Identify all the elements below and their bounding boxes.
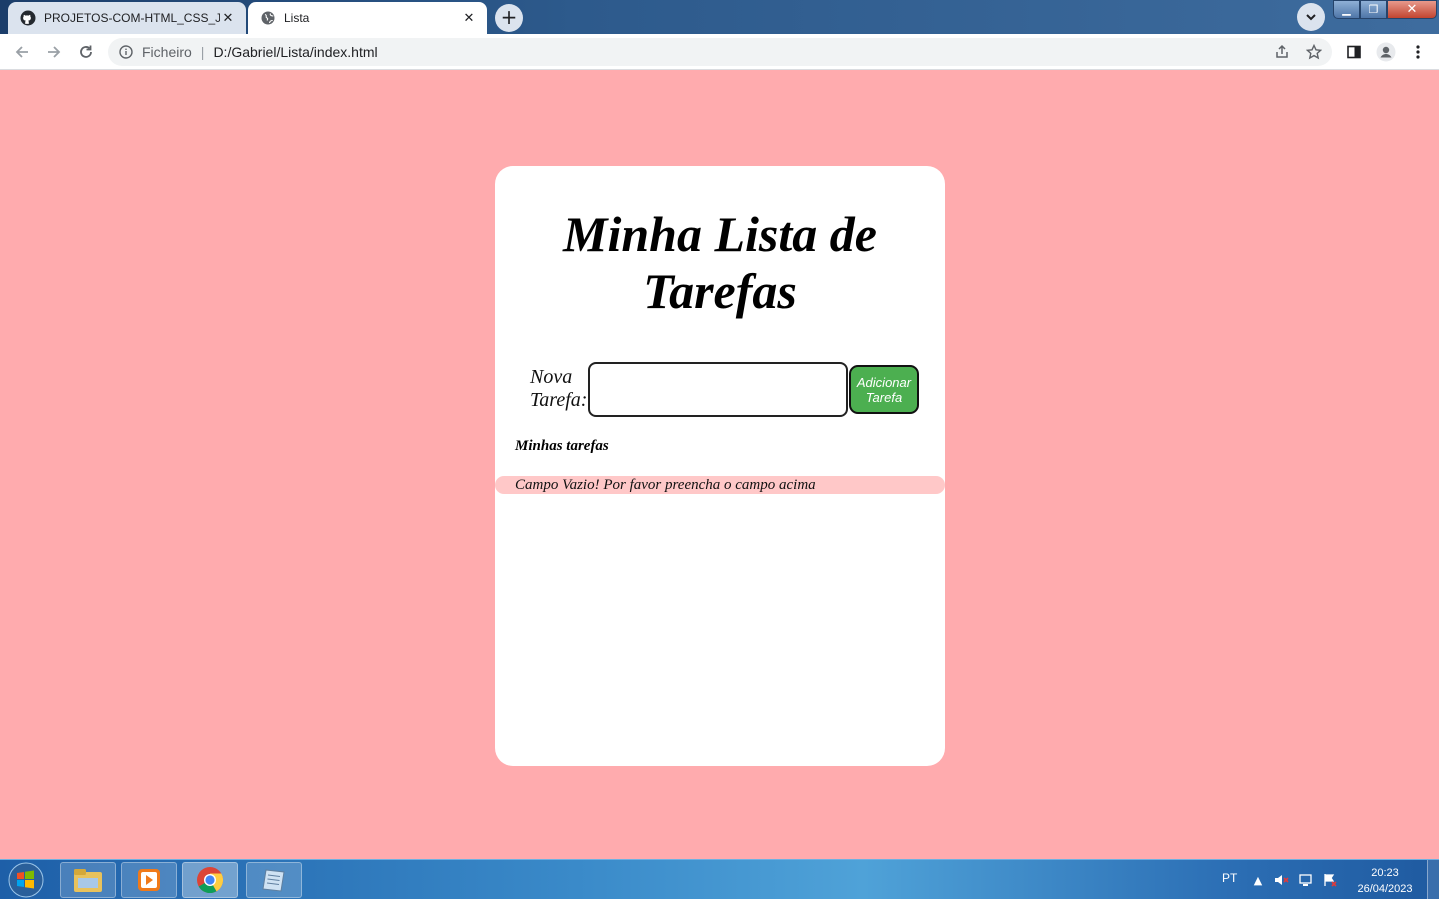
clock-date: 26/04/2023 — [1357, 883, 1413, 895]
windows-logo-icon — [8, 862, 44, 898]
system-clock[interactable]: 20:23 26/04/2023 — [1350, 865, 1420, 897]
tab-search-button[interactable] — [1297, 3, 1325, 31]
todo-card: Minha Lista de Tarefas Nova Tarefa: Adic… — [495, 166, 945, 766]
close-icon[interactable]: ✕ — [461, 10, 477, 26]
tasks-heading: Minhas tarefas — [515, 438, 609, 454]
error-message: Campo Vazio! Por favor preencha o campo … — [515, 477, 816, 493]
clock-time: 20:23 — [1371, 867, 1399, 879]
more-vertical-icon — [1416, 45, 1420, 59]
chevron-down-icon — [1306, 14, 1316, 21]
media-player-icon — [138, 869, 160, 891]
show-desktop-button[interactable] — [1427, 860, 1439, 899]
taskbar-chrome-button[interactable] — [182, 862, 238, 898]
taskbar-explorer-button[interactable] — [60, 862, 116, 898]
new-tab-button[interactable]: + — [495, 4, 523, 32]
globe-icon — [260, 10, 276, 26]
action-center-icon[interactable] — [1322, 872, 1338, 888]
address-url: D:/Gabriel/Lista/index.html — [213, 44, 378, 60]
tab-title: PROJETOS-COM-HTML_CSS_JAV — [44, 11, 220, 25]
volume-muted-icon[interactable] — [1273, 872, 1289, 888]
close-icon[interactable]: ✕ — [220, 10, 236, 26]
arrow-right-icon — [48, 46, 61, 58]
tab-lista[interactable]: Lista ✕ — [248, 2, 487, 34]
restore-button[interactable]: ❐ — [1360, 0, 1387, 19]
tab-title: Lista — [284, 11, 310, 25]
close-window-button[interactable]: ✕ — [1387, 0, 1437, 19]
menu-button[interactable] — [1404, 38, 1432, 66]
browser-toolbar: Ficheiro | D:/Gabriel/Lista/index.html — [0, 34, 1439, 70]
taskbar: PT ▲ 20:23 26/04/2023 — [0, 859, 1439, 899]
reload-button[interactable] — [72, 38, 100, 66]
share-icon[interactable] — [1268, 38, 1296, 66]
bookmark-star-icon[interactable] — [1300, 38, 1328, 66]
windows-explorer-icon — [74, 869, 102, 892]
side-panel-button[interactable] — [1340, 38, 1368, 66]
back-button[interactable] — [8, 38, 36, 66]
tray-language[interactable]: PT — [1222, 871, 1237, 885]
tab-github[interactable]: PROJETOS-COM-HTML_CSS_JAV ✕ — [8, 2, 246, 34]
minimize-button[interactable]: ▁ — [1333, 0, 1360, 19]
new-task-label: Nova Tarefa: — [530, 366, 588, 411]
address-scheme-label: Ficheiro — [142, 44, 192, 60]
reload-icon — [80, 45, 92, 58]
side-panel-icon — [1347, 45, 1361, 59]
tray-expand-icon[interactable]: ▲ — [1250, 872, 1266, 888]
github-icon — [20, 10, 36, 26]
profile-button[interactable] — [1372, 38, 1400, 66]
forward-button[interactable] — [40, 38, 68, 66]
taskbar-media-button[interactable] — [121, 862, 177, 898]
address-bar[interactable]: Ficheiro | D:/Gabriel/Lista/index.html — [108, 38, 1332, 66]
avatar-icon — [1376, 42, 1396, 62]
chrome-icon — [197, 867, 224, 894]
start-button[interactable] — [4, 861, 48, 899]
network-icon[interactable] — [1298, 872, 1314, 888]
arrow-left-icon — [15, 46, 28, 58]
window-controls: ▁ ❐ ✕ — [1333, 0, 1437, 20]
notepad-icon — [262, 869, 285, 892]
info-icon[interactable] — [118, 44, 134, 60]
add-task-button[interactable]: Adicionar Tarefa — [849, 365, 919, 414]
new-task-input[interactable] — [588, 362, 848, 417]
page-title: Minha Lista de Tarefas — [563, 206, 877, 319]
error-banner: Campo Vazio! Por favor preencha o campo … — [495, 476, 945, 494]
address-separator: | — [200, 44, 205, 60]
browser-tab-strip: PROJETOS-COM-HTML_CSS_JAV ✕ Lista ✕ + ▁ … — [0, 0, 1439, 34]
taskbar-notepad-button[interactable] — [246, 862, 302, 898]
